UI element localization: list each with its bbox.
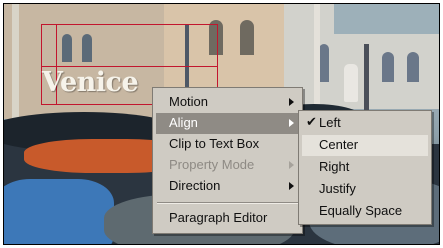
align-justify-item[interactable]: Justify	[302, 179, 428, 200]
align-left-item[interactable]: ✔ Left	[302, 113, 428, 134]
submenu-item-label: Right	[319, 159, 350, 174]
submenu-arrow-icon	[289, 161, 294, 169]
menu-item-motion[interactable]: Motion	[156, 92, 299, 113]
menu-item-label: Clip to Text Box	[169, 136, 260, 151]
overlay-title-text[interactable]: Venice	[42, 67, 139, 98]
align-right-item[interactable]: Right	[302, 157, 428, 178]
submenu-item-label: Justify	[319, 181, 356, 196]
menu-item-direction[interactable]: Direction	[156, 176, 299, 197]
submenu-item-label: Equally Space	[319, 203, 403, 218]
menu-item-label: Direction	[169, 178, 221, 193]
menu-item-align[interactable]: Align	[156, 113, 299, 134]
context-menu: Motion Align Clip to Text Box Property M…	[152, 87, 303, 234]
align-center-item[interactable]: Center	[302, 135, 428, 156]
menu-item-property-mode: Property Mode	[156, 155, 299, 176]
menu-item-label: Paragraph Editor	[169, 210, 268, 225]
menu-item-paragraph-editor[interactable]: Paragraph Editor	[156, 208, 299, 229]
menu-item-label: Property Mode	[169, 157, 255, 172]
align-equally-space-item[interactable]: Equally Space	[302, 201, 428, 222]
submenu-arrow-icon	[289, 182, 294, 190]
submenu-arrow-icon	[289, 119, 294, 127]
check-icon: ✔	[306, 114, 317, 129]
submenu-arrow-icon	[289, 98, 294, 106]
submenu-item-label: Center	[319, 137, 359, 152]
align-submenu: ✔ Left Center Right Justify Equally Spac…	[298, 110, 432, 225]
menu-item-label: Align	[169, 115, 198, 130]
menu-separator	[157, 202, 298, 204]
submenu-item-label: Left	[319, 115, 341, 130]
menu-item-label: Motion	[169, 94, 209, 109]
menu-item-clip-to-text-box[interactable]: Clip to Text Box	[156, 134, 299, 155]
